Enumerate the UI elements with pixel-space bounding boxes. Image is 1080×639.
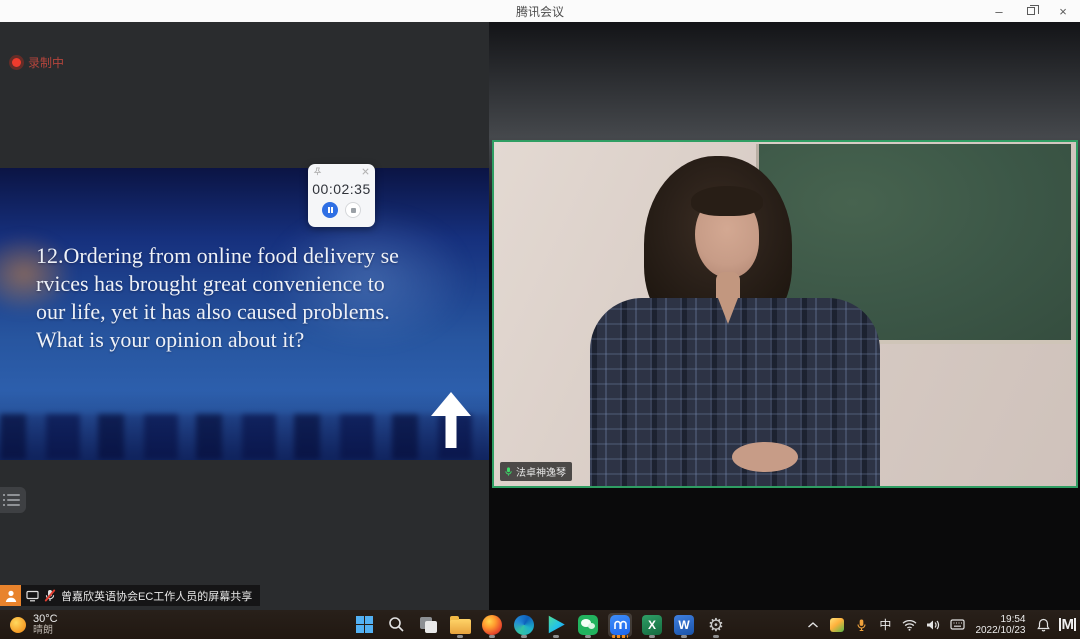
windows-logo-icon [356, 616, 373, 633]
ime-indicator[interactable]: 中 [876, 614, 894, 636]
person-icon [4, 589, 18, 603]
mic-in-use-indicator[interactable] [852, 614, 870, 636]
mic-muted-icon [44, 589, 56, 602]
edge-button[interactable] [512, 613, 536, 637]
video-pane: 法卓神逸琴 [489, 22, 1080, 610]
timer-close-icon[interactable] [361, 167, 370, 176]
firefox-button[interactable] [480, 613, 504, 637]
taskbar-center: X W [352, 610, 728, 639]
tray-m-logo-icon[interactable]: M [1059, 618, 1077, 631]
system-tray: 中 19:54 2022/10/23 M [804, 610, 1076, 639]
participant-fringe [691, 186, 763, 216]
wechat-button[interactable] [576, 613, 600, 637]
recording-label: 录制中 [28, 54, 64, 71]
wechat-icon [578, 615, 598, 635]
screen-share-banner: 曾嘉欣英语协会EC工作人员的屏幕共享 [0, 585, 260, 606]
recording-dot-icon [12, 58, 21, 67]
screen-share-icon [26, 590, 39, 602]
file-explorer-button[interactable] [448, 613, 472, 637]
tencent-meeting-icon [610, 615, 630, 635]
task-view-button[interactable] [416, 613, 440, 637]
edge-icon [514, 615, 534, 635]
close-button[interactable]: × [1052, 1, 1074, 21]
up-arrow-icon [429, 392, 473, 450]
window-controls: – × [988, 0, 1074, 22]
notifications-bell-icon [1037, 618, 1050, 632]
slide-bottom-shade [0, 390, 489, 460]
tencent-meeting-button[interactable] [608, 613, 632, 637]
search-icon [388, 616, 405, 633]
start-button[interactable] [352, 613, 376, 637]
participant-name-tag: 法卓神逸琴 [500, 462, 572, 481]
tray-date: 2022/10/23 [975, 625, 1025, 636]
desktop: 腾讯会议 – × 录制中 12.Ordering from online foo… [0, 0, 1080, 639]
tray-overflow-button[interactable] [804, 614, 822, 636]
speaker-icon [926, 619, 940, 631]
participant-hands [732, 442, 798, 472]
share-banner-label: 曾嘉欣英语协会EC工作人员的屏幕共享 [61, 588, 252, 604]
sun-icon [10, 617, 26, 633]
mic-on-icon [504, 466, 513, 477]
settings-button[interactable] [704, 613, 728, 637]
shared-screen-pane: 录制中 12.Ordering from online food deliver… [0, 22, 489, 610]
microphone-icon [856, 618, 867, 632]
participant-video-tile[interactable]: 法卓神逸琴 [492, 140, 1078, 488]
list-icon [7, 494, 20, 496]
pin-icon[interactable] [313, 167, 322, 176]
weather-widget[interactable]: 30°C 晴朗 [10, 610, 58, 639]
gear-icon [708, 616, 724, 634]
touch-keyboard-icon [950, 619, 965, 630]
window-titlebar: 腾讯会议 – × [0, 0, 1080, 22]
side-panel-toggle-button[interactable] [0, 487, 26, 513]
restore-button[interactable] [1020, 1, 1042, 21]
volume-button[interactable] [924, 614, 942, 636]
tray-app-icon [830, 618, 844, 632]
play-icon [547, 615, 566, 634]
notifications-button[interactable] [1035, 614, 1053, 636]
chevron-up-icon [807, 621, 819, 629]
meeting-timer-widget[interactable]: 00:02:35 [308, 164, 375, 227]
weather-temperature: 30°C [33, 614, 58, 625]
clock[interactable]: 19:54 2022/10/23 [975, 614, 1025, 636]
minimize-button[interactable]: – [988, 1, 1010, 21]
timer-value: 00:02:35 [308, 181, 375, 197]
firefox-icon [482, 615, 502, 635]
wifi-icon [902, 619, 917, 631]
timer-stop-button[interactable] [345, 202, 361, 218]
excel-icon: X [642, 615, 662, 635]
touch-keyboard-button[interactable] [948, 614, 966, 636]
taskbar: 30°C 晴朗 [0, 610, 1080, 639]
word-icon: W [674, 615, 694, 635]
timer-buttons [308, 202, 375, 218]
recording-indicator[interactable]: 录制中 [12, 54, 64, 71]
ime-label: 中 [879, 616, 891, 633]
participant-name: 法卓神逸琴 [516, 464, 566, 479]
weather-condition: 晴朗 [33, 625, 58, 636]
tray-app-button[interactable] [828, 614, 846, 636]
folder-icon [450, 619, 471, 634]
presentation-slide: 12.Ordering from online food delivery se… [0, 168, 489, 460]
sharer-avatar [0, 585, 21, 606]
media-player-button[interactable] [544, 613, 568, 637]
window-title: 腾讯会议 [516, 3, 564, 20]
restore-icon [1027, 7, 1035, 15]
excel-button[interactable]: X [640, 613, 664, 637]
search-button[interactable] [384, 613, 408, 637]
wifi-button[interactable] [900, 614, 918, 636]
timer-pause-button[interactable] [322, 202, 338, 218]
word-button[interactable]: W [672, 613, 696, 637]
slide-question-text: 12.Ordering from online food delivery se… [36, 242, 481, 354]
tray-time: 19:54 [1000, 614, 1025, 625]
